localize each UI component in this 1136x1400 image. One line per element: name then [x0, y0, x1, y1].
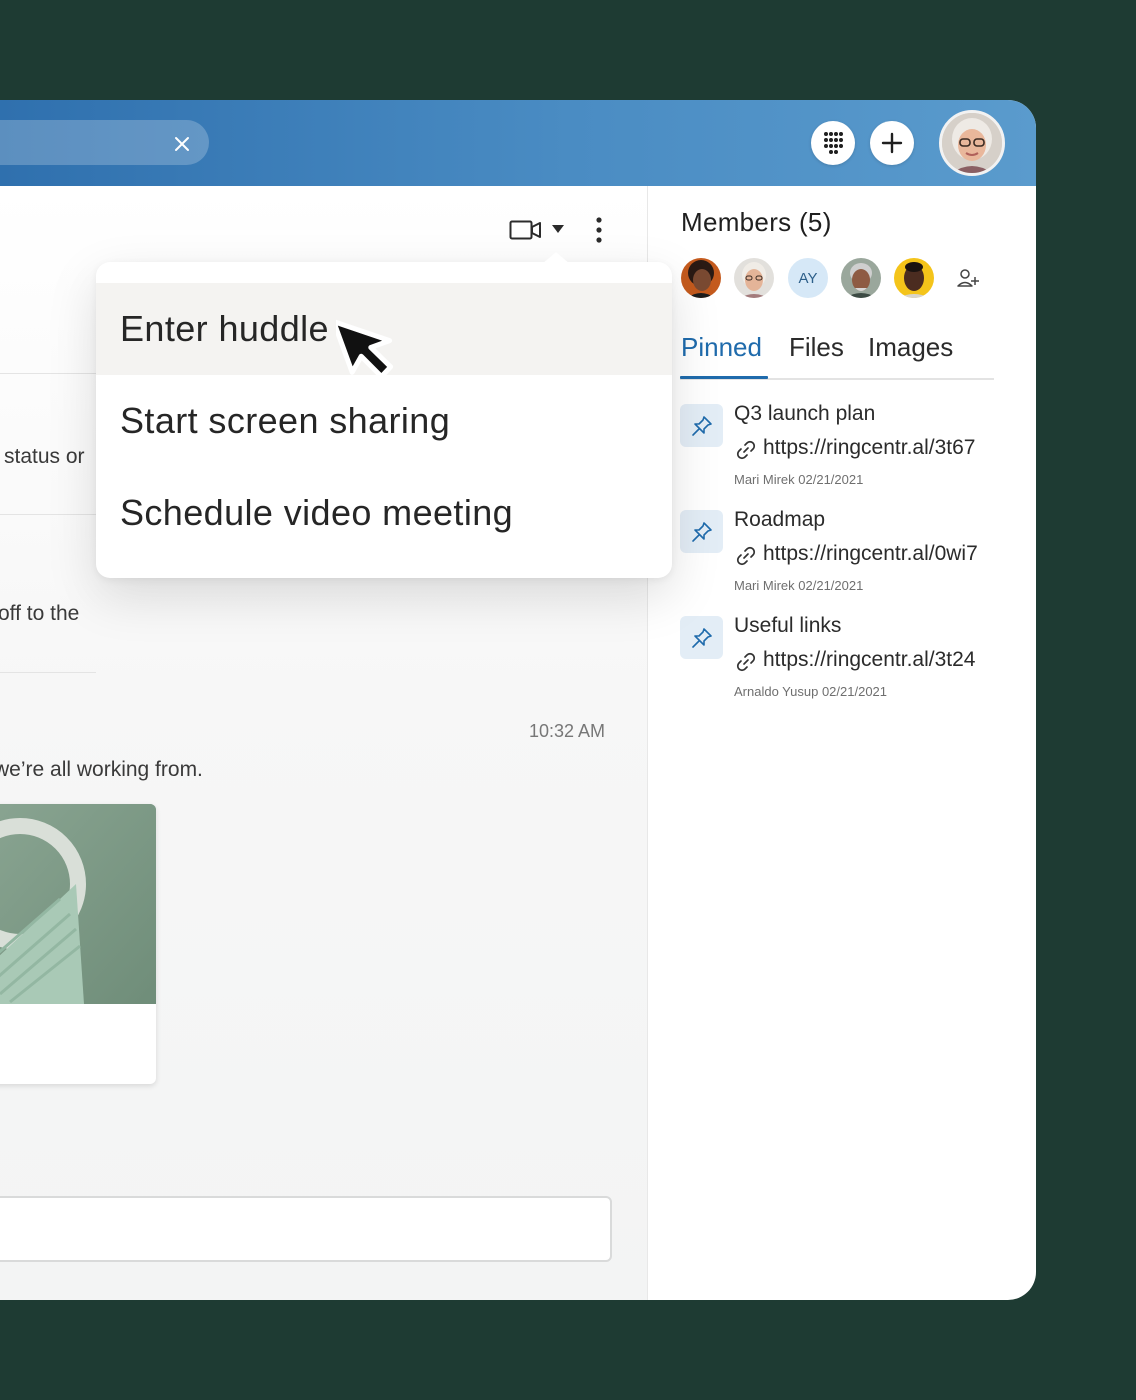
pinned-item-title: Q3 launch plan [734, 402, 876, 425]
divider [0, 373, 96, 374]
tab-pinned[interactable]: Pinned [681, 332, 762, 363]
active-tab-indicator [680, 376, 768, 379]
pinned-item-link[interactable]: https://ringcentr.al/0wi7 [763, 542, 978, 566]
plus-icon [881, 132, 903, 154]
pinned-item-title: Roadmap [734, 508, 826, 531]
pinned-item-link[interactable]: https://ringcentr.al/3t24 [763, 648, 975, 672]
link-icon [736, 652, 756, 672]
pinned-item-title: Useful links [734, 614, 842, 637]
pin-icon [680, 404, 723, 447]
mouse-cursor-icon [336, 319, 394, 380]
message-fragment: status or [4, 445, 85, 468]
member-avatar[interactable] [732, 256, 776, 300]
pin-icon [680, 616, 723, 659]
pinned-item-link[interactable]: https://ringcentr.al/3t67 [763, 436, 975, 460]
link-icon [736, 546, 756, 566]
member-avatar[interactable] [839, 256, 883, 300]
message-fragment: off to the [0, 602, 80, 625]
add-member-icon[interactable] [956, 266, 980, 290]
pinned-item[interactable]: Roadmap https://ringcentr.al/0wi7 Mari M… [680, 508, 1020, 608]
message-text: we’re all working from. [0, 758, 203, 781]
member-avatar[interactable] [892, 256, 936, 300]
message-timestamp: 10:32 AM [529, 721, 606, 741]
top-bar [0, 100, 1036, 186]
dialpad-button[interactable] [811, 121, 855, 165]
attachment-photo [0, 804, 156, 1004]
pinned-item-meta: Mari Mirek 02/21/2021 [734, 578, 864, 593]
member-avatar-initials[interactable]: AY [786, 256, 830, 300]
divider [0, 514, 96, 515]
member-avatar[interactable] [679, 256, 723, 300]
chevron-down-icon[interactable] [551, 224, 565, 234]
pinned-item[interactable]: Q3 launch plan https://ringcentr.al/3t67… [680, 402, 1020, 502]
link-icon [736, 440, 756, 460]
pinned-item-meta: Arnaldo Yusup 02/21/2021 [734, 684, 888, 699]
pin-icon [680, 510, 723, 553]
add-button[interactable] [870, 121, 914, 165]
video-icon[interactable] [509, 219, 543, 241]
image-attachment[interactable] [0, 804, 156, 1084]
menu-item-schedule-video-meeting[interactable]: Schedule video meeting [96, 467, 672, 559]
message-input[interactable] [0, 1196, 612, 1262]
tab-files[interactable]: Files [789, 332, 844, 363]
menu-arrow [542, 252, 570, 264]
members-title: Members (5) [681, 207, 832, 237]
close-icon[interactable] [171, 133, 193, 155]
user-avatar[interactable] [939, 110, 1005, 176]
divider [0, 672, 96, 673]
tab-images[interactable]: Images [868, 332, 953, 363]
pinned-item-meta: Mari Mirek 02/21/2021 [734, 472, 864, 487]
dialpad-icon [824, 132, 843, 154]
more-options-icon[interactable] [590, 216, 608, 244]
pinned-item[interactable]: Useful links https://ringcentr.al/3t24 A… [680, 614, 1020, 714]
